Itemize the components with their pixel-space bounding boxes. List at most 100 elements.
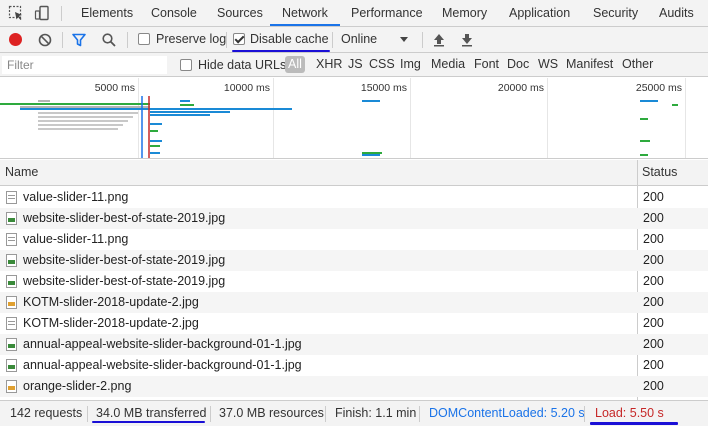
preserve-log-label: Preserve log <box>156 32 227 46</box>
dom-content-loaded-time: DOMContentLoaded: 5.20 s <box>429 406 585 420</box>
filter-input[interactable] <box>2 56 167 74</box>
table-row[interactable]: website-slider-best-of-state-2019.jpg 200 <box>0 208 708 229</box>
request-status: 200 <box>643 190 664 204</box>
request-name: value-slider-11.png <box>23 190 129 204</box>
toolbar-separator <box>62 32 63 48</box>
annotation-underline-transferred <box>92 421 205 423</box>
requests-table-header: Name Status <box>0 160 708 186</box>
request-status: 200 <box>643 274 664 288</box>
request-name: orange-slider-2.png <box>23 379 132 393</box>
column-header-name[interactable]: Name <box>5 160 38 186</box>
file-icon <box>6 212 17 225</box>
column-header-status[interactable]: Status <box>642 160 677 186</box>
search-icon[interactable] <box>101 32 117 48</box>
requests-table-body: value-slider-11.png 200 website-slider-bes… <box>0 187 708 399</box>
tab-security[interactable]: Security <box>593 0 638 27</box>
request-name: annual-appeal-website-slider-background-… <box>23 358 302 372</box>
status-separator <box>87 406 88 422</box>
table-row[interactable]: annual-appeal-website-slider-background-… <box>0 355 708 376</box>
request-name: website-slider-best-of-state-2019.jpg <box>23 253 226 267</box>
type-filter-font[interactable]: Font <box>474 56 499 73</box>
type-filter-all[interactable]: All <box>285 56 305 73</box>
toolbar-separator <box>127 32 128 48</box>
table-row[interactable]: website-slider-best-of-state-2019.jpg 200 <box>0 271 708 292</box>
type-filter-img[interactable]: Img <box>400 56 421 73</box>
request-status: 200 <box>643 337 664 351</box>
tab-sources[interactable]: Sources <box>217 0 263 27</box>
tab-audits[interactable]: Audits <box>659 0 694 27</box>
network-toolbar: Preserve log Disable cache Online <box>0 27 708 53</box>
resources-size: 37.0 MB resources <box>219 406 324 420</box>
record-button[interactable] <box>9 33 22 46</box>
toolbar-separator <box>422 32 423 48</box>
table-row[interactable]: value-slider-11.png 200 <box>0 187 708 208</box>
status-separator <box>210 406 211 422</box>
table-row[interactable]: value-slider-11.png 200 <box>0 229 708 250</box>
clear-icon[interactable] <box>37 32 53 48</box>
file-icon <box>6 275 17 288</box>
file-icon <box>6 191 17 204</box>
request-status: 200 <box>643 211 664 225</box>
file-icon <box>6 233 17 246</box>
request-name: website-slider-best-of-state-2019.jpg <box>23 211 226 225</box>
type-filter-media[interactable]: Media <box>431 56 465 73</box>
finish-time: Finish: 1.1 min <box>335 406 417 420</box>
request-status: 200 <box>643 295 664 309</box>
active-tab-indicator <box>270 24 340 26</box>
filter-icon[interactable] <box>71 32 87 48</box>
type-filter-ws[interactable]: WS <box>538 56 558 73</box>
tab-network[interactable]: Network <box>282 0 328 27</box>
request-status: 200 <box>643 253 664 267</box>
table-row[interactable]: KOTM-slider-2018-update-2.jpg 200 <box>0 313 708 334</box>
network-overview[interactable]: 5000 ms 10000 ms 15000 ms 20000 ms 25000… <box>0 78 708 159</box>
file-icon <box>6 359 17 372</box>
toolbar-separator <box>332 32 333 48</box>
tab-memory[interactable]: Memory <box>442 0 487 27</box>
disable-cache-checkbox[interactable] <box>233 33 245 45</box>
file-icon <box>6 380 17 393</box>
request-name: KOTM-slider-2018-update-2.jpg <box>23 316 199 330</box>
toolbar-separator <box>226 32 227 48</box>
request-name: website-slider-best-of-state-2019.jpg <box>23 274 226 288</box>
filter-bar: Hide data URLs All XHR JS CSS Img Media … <box>0 53 708 77</box>
table-row[interactable]: KOTM-slider-2018-update-2.jpg 200 <box>0 292 708 313</box>
status-separator <box>325 406 326 422</box>
type-filter-js[interactable]: JS <box>348 56 363 73</box>
tab-elements[interactable]: Elements <box>81 0 133 27</box>
tab-separator <box>61 6 62 21</box>
request-status: 200 <box>643 316 664 330</box>
tab-application[interactable]: Application <box>509 0 570 27</box>
export-har-icon[interactable] <box>459 32 475 48</box>
hide-data-urls-checkbox[interactable] <box>180 59 192 71</box>
import-har-icon[interactable] <box>431 32 447 48</box>
file-icon <box>6 296 17 309</box>
type-filter-xhr[interactable]: XHR <box>316 56 342 73</box>
table-row[interactable]: orange-slider-2.png 200 <box>0 376 708 397</box>
file-icon <box>6 254 17 267</box>
request-status: 200 <box>643 232 664 246</box>
annotation-underline-disable-cache <box>232 50 330 52</box>
chevron-down-icon[interactable] <box>398 33 410 45</box>
status-separator <box>419 406 420 422</box>
type-filter-manifest[interactable]: Manifest <box>566 56 613 73</box>
request-name: annual-appeal-website-slider-background-… <box>23 337 302 351</box>
tab-console[interactable]: Console <box>151 0 197 27</box>
preserve-log-checkbox[interactable] <box>138 33 150 45</box>
inspect-element-icon[interactable] <box>8 5 24 21</box>
disable-cache-label: Disable cache <box>250 32 329 46</box>
hide-data-urls-label: Hide data URLs <box>198 58 287 72</box>
type-filter-doc[interactable]: Doc <box>507 56 529 73</box>
file-icon <box>6 317 17 330</box>
devtools-tab-bar: Elements Console Sources Network Perform… <box>0 0 708 27</box>
file-icon <box>6 338 17 351</box>
tab-performance[interactable]: Performance <box>351 0 423 27</box>
device-toolbar-icon[interactable] <box>34 5 50 21</box>
type-filter-other[interactable]: Other <box>622 56 653 73</box>
overview-waterfall <box>0 96 678 158</box>
table-row[interactable]: website-slider-best-of-state-2019.jpg 200 <box>0 250 708 271</box>
type-filter-css[interactable]: CSS <box>369 56 395 73</box>
table-row[interactable]: annual-appeal-website-slider-background-… <box>0 334 708 355</box>
throttling-select[interactable]: Online <box>341 32 377 46</box>
request-status: 200 <box>643 379 664 393</box>
requests-count: 142 requests <box>10 406 83 420</box>
